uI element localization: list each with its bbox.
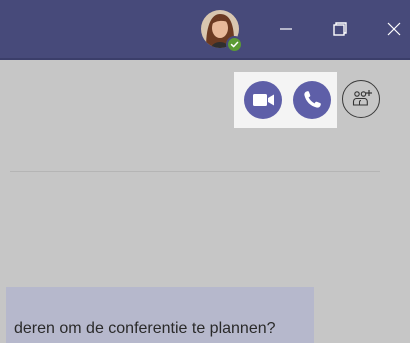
section-divider <box>10 171 380 172</box>
close-icon <box>387 22 401 36</box>
message-bubble: deren om de conferentie te plannen? <box>6 287 314 343</box>
video-call-button[interactable] <box>244 81 282 119</box>
message-text: deren om de conferentie te plannen? <box>14 320 276 337</box>
minimize-icon <box>280 28 292 30</box>
video-camera-icon <box>253 94 274 106</box>
add-people-icon <box>352 90 372 106</box>
phone-icon <box>304 91 321 108</box>
minimize-button[interactable] <box>273 16 299 42</box>
available-check-icon <box>226 36 243 53</box>
title-bar <box>0 0 410 60</box>
close-button[interactable] <box>381 16 407 42</box>
teams-window: deren om de conferentie te plannen? <box>0 0 410 343</box>
maximize-button[interactable] <box>327 16 353 42</box>
audio-call-button[interactable] <box>293 81 331 119</box>
maximize-icon <box>333 22 347 36</box>
call-controls <box>234 72 337 128</box>
add-people-button[interactable] <box>342 80 380 118</box>
